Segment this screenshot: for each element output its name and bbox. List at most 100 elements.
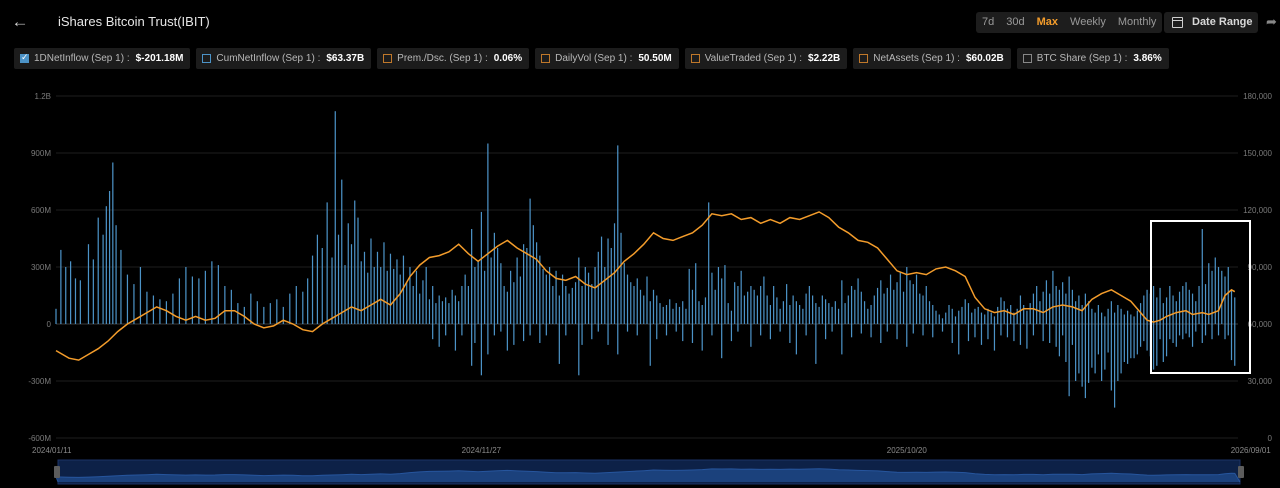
checkbox-icon[interactable] <box>1022 54 1032 63</box>
checkbox-icon[interactable] <box>541 54 551 63</box>
inflow-bar <box>1156 324 1158 366</box>
checkbox-icon[interactable] <box>859 54 869 63</box>
inflow-bar <box>591 284 593 324</box>
legend-item[interactable]: NetAssets (Sep 1) : $60.02B <box>853 48 1011 69</box>
inflow-bar <box>55 308 57 324</box>
inflow-bar <box>714 289 716 324</box>
inflow-bar <box>665 324 668 336</box>
inflow-bar <box>471 229 473 324</box>
legend-item[interactable]: Prem./Dsc. (Sep 1) : 0.06% <box>377 48 530 69</box>
inflow-bar <box>1113 312 1116 324</box>
range-max[interactable]: Max <box>1031 12 1064 33</box>
inflow-bar <box>1185 324 1187 334</box>
inflow-bar <box>370 238 372 324</box>
y-tick-label-left: 1.2B <box>35 92 51 101</box>
inflow-bar <box>126 274 129 324</box>
legend-item[interactable]: BTC Share (Sep 1) : 3.86% <box>1016 48 1169 69</box>
inflow-bar <box>350 244 353 324</box>
inflow-bar <box>750 286 752 324</box>
inflow-bar <box>79 280 81 324</box>
inflow-bar <box>1026 324 1028 349</box>
inflow-bar <box>1182 286 1184 324</box>
inflow-bar <box>1195 301 1197 324</box>
checkbox-icon[interactable] <box>20 52 29 63</box>
inflow-bar <box>1003 301 1005 324</box>
y-tick-label-right: 0 <box>1268 434 1273 443</box>
inflow-bar <box>1217 324 1220 336</box>
inflow-bar <box>909 280 911 324</box>
inflow-bar <box>435 303 437 324</box>
inflow-bar <box>1159 287 1161 324</box>
range-weekly[interactable]: Weekly <box>1064 12 1112 33</box>
inflow-bar <box>818 306 820 324</box>
inflow-bar <box>789 324 791 343</box>
checkbox-icon[interactable] <box>383 54 393 63</box>
legend-value: $60.02B <box>965 53 1004 64</box>
inflow-bar <box>1117 305 1119 324</box>
inflow-bar <box>899 272 901 324</box>
navigator-left-handle[interactable] <box>54 466 60 478</box>
inflow-bar <box>958 324 960 355</box>
x-tick-label: 2024/01/11 <box>32 446 72 455</box>
y-tick-label-left: 600M <box>31 206 51 215</box>
inflow-bar <box>906 324 908 347</box>
inflow-bar <box>740 270 742 324</box>
legend-item[interactable]: ValueTraded (Sep 1) : $2.22B <box>684 48 848 69</box>
inflow-bar <box>854 289 856 324</box>
y-tick-label-right: 90,000 <box>1248 263 1273 272</box>
inflow-bar <box>665 305 668 324</box>
inflow-bar <box>721 278 723 324</box>
navigator-right-handle[interactable] <box>1238 466 1244 478</box>
inflow-bar <box>159 299 161 324</box>
checkbox-icon[interactable] <box>690 54 700 63</box>
chart-area: 1.2B 900M 600M 300M 0 -300M -600M 180,000 150,00… <box>28 92 1273 485</box>
inflow-bar <box>896 282 898 324</box>
inflow-bar <box>678 306 681 324</box>
inflow-bar <box>1107 324 1109 353</box>
inflow-bar <box>870 305 872 324</box>
inflow-bar <box>974 324 976 338</box>
inflow-bar <box>571 287 573 324</box>
inflow-bar <box>967 303 970 324</box>
inflow-bar <box>545 324 547 336</box>
inflow-bar <box>922 295 924 324</box>
inflow-bar <box>646 276 648 324</box>
inflow-bar <box>812 295 814 324</box>
inflow-bar <box>1068 324 1070 397</box>
inflow-bar <box>626 324 629 332</box>
inflow-bar <box>1133 324 1135 359</box>
inflow-bar <box>102 234 104 324</box>
y-tick-label-left: -600M <box>28 434 51 443</box>
inflow-bar <box>1133 316 1135 324</box>
share-icon[interactable]: ➦ <box>1266 14 1277 30</box>
arrow-left-icon[interactable]: ← <box>10 12 30 32</box>
checkbox-icon[interactable] <box>202 54 212 63</box>
inflow-bar <box>484 270 486 324</box>
inflow-bar <box>695 263 697 324</box>
inflow-bar <box>1230 289 1233 324</box>
inflow-bar <box>474 324 476 343</box>
date-range-button[interactable]: Date Range <box>1164 12 1258 33</box>
inflow-bar <box>185 267 187 324</box>
legend-item[interactable]: DailyVol (Sep 1) : 50.50M <box>535 48 679 69</box>
inflow-bar <box>513 324 515 345</box>
legend-item[interactable]: CumNetInflow (Sep 1) : $63.37B <box>196 48 372 69</box>
range-30d[interactable]: 30d <box>1000 12 1030 33</box>
inflow-bar <box>1188 324 1190 338</box>
inflow-bar <box>341 179 343 324</box>
inflow-bar <box>522 324 525 342</box>
inflow-bar <box>688 268 690 324</box>
inflow-bar <box>565 286 567 324</box>
inflow-bar <box>636 278 638 324</box>
legend-item[interactable]: 1DNetInflow (Sep 1) : $-201.18M <box>14 48 191 69</box>
inflow-bar <box>649 301 651 324</box>
inflow-bar <box>717 267 720 324</box>
inflow-bar <box>1211 270 1213 324</box>
inflow-bar <box>896 324 898 340</box>
inflow-bar <box>1178 324 1181 336</box>
inflow-bar <box>623 263 625 324</box>
range-7d[interactable]: 7d <box>976 12 1000 33</box>
inflow-bar <box>941 324 944 332</box>
inflow-bar <box>850 324 853 338</box>
range-monthly[interactable]: Monthly <box>1112 12 1163 33</box>
